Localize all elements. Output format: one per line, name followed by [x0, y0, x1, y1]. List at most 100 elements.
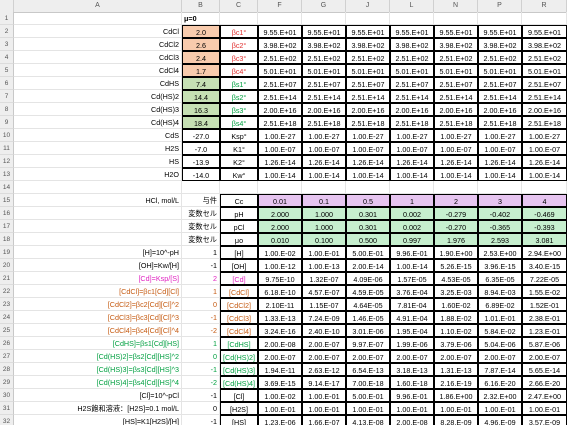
value-cell-b[interactable]: -1 — [182, 389, 220, 402]
data-cell[interactable]: 1.00.E-14 — [302, 168, 346, 181]
data-cell[interactable]: 4.13.E-08 — [346, 415, 390, 425]
data-cell[interactable]: 9.55.E+01 — [258, 25, 302, 38]
data-cell[interactable]: 1.00.E-12 — [258, 259, 302, 272]
data-cell[interactable]: 9.55.E+01 — [346, 25, 390, 38]
label-cell[interactable]: [Cd(HS)4]=βs4[Cd][HS]^4 — [14, 376, 182, 389]
data-cell[interactable]: 5.01.E+01 — [390, 64, 434, 77]
data-cell[interactable]: 2.00.E-07 — [302, 337, 346, 350]
data-cell[interactable]: 2.40.E-10 — [302, 324, 346, 337]
label-cell[interactable]: H2S — [14, 142, 182, 155]
symbol-cell[interactable]: [Cd(HS)3] — [220, 363, 258, 376]
data-cell[interactable]: 2.00.E-07 — [258, 350, 302, 363]
data-cell[interactable]: 2 — [434, 194, 478, 207]
data-cell[interactable]: 1.60E-02 — [434, 298, 478, 311]
symbol-cell[interactable]: βs3° — [220, 103, 258, 116]
symbol-cell[interactable]: βc3° — [220, 51, 258, 64]
symbol-cell[interactable]: [CdCl4] — [220, 324, 258, 337]
label-cell[interactable]: CdCl4 — [14, 64, 182, 77]
value-cell-b[interactable]: 16.3 — [182, 103, 220, 116]
row-number[interactable]: 2 — [0, 25, 14, 38]
symbol-cell[interactable]: βs4° — [220, 116, 258, 129]
data-cell[interactable]: 5.01.E+01 — [522, 64, 567, 77]
data-cell[interactable]: 7.81E-04 — [390, 298, 434, 311]
data-cell[interactable]: 1.60.E-18 — [390, 376, 434, 389]
label-cell[interactable]: [H]=10^-pH — [14, 246, 182, 259]
data-cell[interactable]: 2.00.E+16 — [390, 103, 434, 116]
select-all-corner[interactable] — [0, 0, 14, 12]
data-cell[interactable]: 1.00.E-27 — [390, 129, 434, 142]
symbol-cell[interactable]: βs2° — [220, 90, 258, 103]
data-cell[interactable]: 1.00.E-27 — [434, 129, 478, 142]
data-cell[interactable]: 2.16.E-19 — [434, 376, 478, 389]
label-cell[interactable]: [Cd(HS)3]=βs3[Cd][HS]^3 — [14, 363, 182, 376]
data-cell[interactable]: 1.26.E-14 — [346, 155, 390, 168]
data-cell[interactable] — [390, 181, 434, 194]
data-cell[interactable]: 2.00.E-07 — [302, 350, 346, 363]
data-cell[interactable]: 2.66.E-20 — [522, 376, 567, 389]
row-number[interactable]: 1 — [0, 12, 14, 25]
value-cell-b[interactable]: 2.0 — [182, 25, 220, 38]
data-cell[interactable]: -0.365 — [478, 220, 522, 233]
data-cell[interactable]: 2.51.E+18 — [522, 116, 567, 129]
data-cell[interactable]: 3.98.E+02 — [478, 38, 522, 51]
value-cell-b[interactable]: 7.4 — [182, 77, 220, 90]
symbol-cell[interactable]: Cc — [220, 194, 258, 207]
label-cell[interactable]: Cd(HS)3 — [14, 103, 182, 116]
value-cell-b[interactable]: -1 — [182, 259, 220, 272]
row-number[interactable]: 17 — [0, 220, 14, 233]
label-cell[interactable]: CdCl2 — [14, 38, 182, 51]
symbol-cell[interactable]: βc1° — [220, 25, 258, 38]
symbol-cell[interactable]: pCl — [220, 220, 258, 233]
data-cell[interactable]: 4.59.E-05 — [346, 285, 390, 298]
value-cell-b[interactable]: 0 — [182, 402, 220, 415]
value-cell-b[interactable]: 2.6 — [182, 38, 220, 51]
data-cell[interactable]: 2.51.E+18 — [390, 116, 434, 129]
data-cell[interactable]: 1.00.E-07 — [478, 142, 522, 155]
data-cell[interactable]: 1.26.E-14 — [478, 155, 522, 168]
data-cell[interactable]: 2.00.E+16 — [302, 103, 346, 116]
value-cell-b[interactable]: 1 — [182, 337, 220, 350]
row-number[interactable]: 22 — [0, 285, 14, 298]
data-cell[interactable]: 0.500 — [346, 233, 390, 246]
data-cell[interactable]: 2.51.E+07 — [302, 77, 346, 90]
label-cell[interactable] — [14, 207, 182, 220]
column-header-j[interactable]: J — [346, 0, 390, 12]
data-cell[interactable]: 1.00.E-01 — [434, 402, 478, 415]
data-cell[interactable]: 1.57E-05 — [390, 272, 434, 285]
data-cell[interactable]: 2.51.E+02 — [522, 51, 567, 64]
data-cell[interactable]: 1.00.E-14 — [346, 168, 390, 181]
data-cell[interactable]: 2.000 — [258, 220, 302, 233]
symbol-cell[interactable]: Ksp° — [220, 129, 258, 142]
column-header-n[interactable]: N — [434, 0, 478, 12]
value-cell-b[interactable]: 与件 — [182, 194, 220, 207]
row-number[interactable]: 25 — [0, 324, 14, 337]
data-cell[interactable]: 2.00.E+16 — [478, 103, 522, 116]
row-number[interactable]: 24 — [0, 311, 14, 324]
symbol-cell[interactable]: βc2° — [220, 38, 258, 51]
data-cell[interactable] — [346, 181, 390, 194]
data-cell[interactable]: 5.01.E+01 — [434, 64, 478, 77]
data-cell[interactable]: 2.51.E+18 — [434, 116, 478, 129]
data-cell[interactable]: 0.002 — [390, 207, 434, 220]
data-cell[interactable]: 2.00.E-08 — [390, 415, 434, 425]
data-cell[interactable]: 2.51.E+02 — [302, 51, 346, 64]
data-cell[interactable]: 1.00.E-01 — [478, 402, 522, 415]
row-number[interactable]: 5 — [0, 64, 14, 77]
data-cell[interactable]: 0.5 — [346, 194, 390, 207]
label-cell[interactable]: HCl, mol/L — [14, 194, 182, 207]
symbol-cell[interactable]: [OH] — [220, 259, 258, 272]
value-cell-b[interactable]: -27.0 — [182, 129, 220, 142]
label-cell[interactable]: [HS]=K1[H2S]/[H] — [14, 415, 182, 425]
data-cell[interactable]: 3.081 — [522, 233, 567, 246]
value-cell-b[interactable]: -1 — [182, 415, 220, 425]
data-cell[interactable]: 0.002 — [390, 220, 434, 233]
row-number[interactable]: 11 — [0, 142, 14, 155]
data-cell[interactable]: 3 — [478, 194, 522, 207]
value-cell-b[interactable]: -2 — [182, 324, 220, 337]
data-cell[interactable]: 1.00.E-07 — [302, 142, 346, 155]
data-cell[interactable]: 2.00.E-07 — [390, 350, 434, 363]
data-cell[interactable]: 4 — [522, 194, 567, 207]
data-cell[interactable]: 4.96.E-09 — [478, 415, 522, 425]
data-cell[interactable]: 9.96.E-01 — [390, 246, 434, 259]
data-cell[interactable]: 1.15E-07 — [302, 298, 346, 311]
